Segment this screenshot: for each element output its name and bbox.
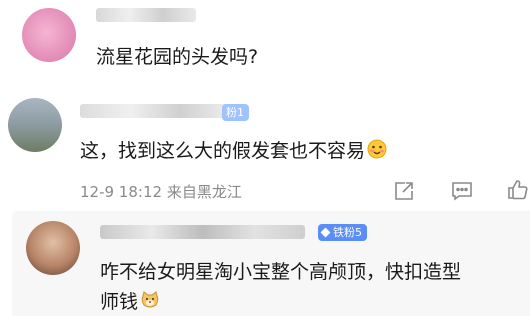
reply-text-line1: 咋不给女明星淘小宝整个高颅顶，快扣造型 — [100, 261, 462, 283]
username-blurred[interactable] — [96, 8, 196, 22]
badge-label: 铁粉5 — [333, 226, 362, 239]
avatar[interactable] — [26, 221, 80, 275]
blush-emoji-icon — [367, 139, 387, 164]
location: 来自黑龙江 — [166, 183, 242, 201]
reply-block: 铁粉5 咋不给女明星淘小宝整个高颅顶，快扣造型 师钱 — [12, 211, 530, 316]
like-icon[interactable] — [506, 178, 530, 202]
timestamp: 12-9 18:12 — [80, 183, 163, 201]
fan-badge[interactable]: 粉1 — [222, 104, 249, 121]
diamond-icon — [320, 227, 331, 238]
comment-text: 这，找到这么大的假发套也不容易 — [80, 136, 387, 164]
avatar[interactable] — [8, 98, 62, 152]
username-blurred[interactable] — [80, 104, 230, 118]
reply-text-line2: 师钱 — [100, 287, 160, 315]
comment-meta: 12-9 18:12 来自黑龙江 — [80, 181, 242, 202]
comment-text: 流星花园的头发吗? — [96, 46, 259, 68]
username-blurred[interactable] — [100, 225, 305, 239]
avatar[interactable] — [22, 8, 76, 62]
fan-badge[interactable]: 铁粉5 — [318, 224, 367, 241]
badge-label: 粉1 — [226, 106, 244, 119]
share-icon[interactable] — [392, 179, 418, 203]
comment-icon[interactable] — [450, 179, 476, 203]
dog-emoji-icon — [140, 290, 160, 315]
